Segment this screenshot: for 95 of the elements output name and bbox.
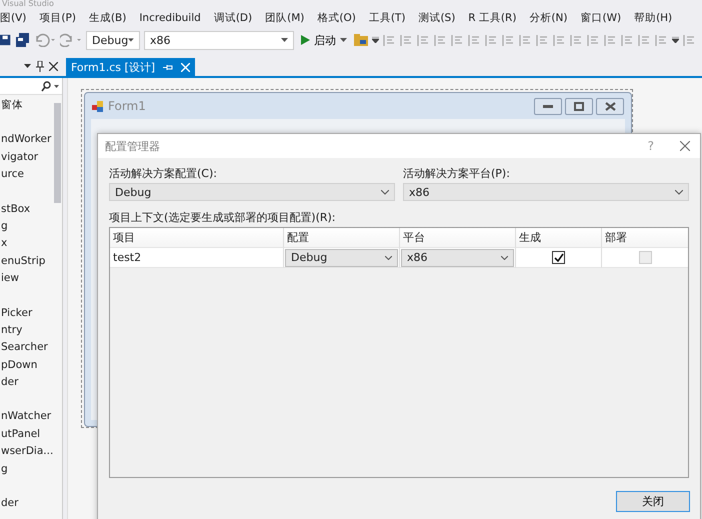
align-icon[interactable] (434, 34, 447, 46)
platform-dropdown[interactable]: x86 (144, 30, 294, 50)
caret-icon (54, 84, 59, 88)
toolbox-item[interactable]: x (1, 235, 53, 253)
search-field[interactable] (0, 78, 62, 95)
toolbox-item[interactable]: 窗体 (1, 97, 53, 114)
minimize-button[interactable] (534, 98, 562, 114)
toolbox-item[interactable]: Searcher (1, 339, 53, 357)
align-icon[interactable] (536, 34, 549, 46)
toolbox-item[interactable]: ntry (1, 322, 53, 340)
align-icon[interactable] (553, 34, 566, 46)
caret-icon[interactable] (672, 37, 679, 43)
chevron-icon (381, 190, 389, 194)
build-checkbox[interactable] (552, 251, 565, 264)
chevron-icon (675, 190, 683, 194)
minimize-icon (543, 104, 553, 108)
save-icon[interactable] (0, 33, 12, 47)
scrollbar-thumb[interactable] (54, 103, 61, 203)
menu-item[interactable]: 团队(M) (265, 11, 304, 25)
caret-icon (340, 38, 347, 42)
chevron-icon (385, 256, 392, 260)
menu-item[interactable]: 分析(N) (529, 11, 568, 25)
dialog-title: 配置管理器 (105, 138, 161, 154)
align-icon[interactable] (383, 34, 396, 46)
configuration-dropdown[interactable]: Debug (86, 30, 140, 50)
toolbox-item[interactable]: stBox (1, 200, 53, 218)
menu-item[interactable]: 窗口(W) (580, 11, 622, 25)
app-title: Visual Studio (1, 0, 55, 7)
toolbox-item[interactable]: g (1, 218, 53, 236)
close-button[interactable]: 关闭 (616, 491, 690, 512)
menu-item[interactable]: 生成(B) (88, 11, 126, 25)
caret-icon (128, 38, 134, 42)
pin-icon[interactable] (36, 60, 44, 72)
menu-item[interactable]: 工具(T) (368, 11, 406, 25)
close-button[interactable] (596, 98, 624, 114)
toolbox-item[interactable]: wserDia... (1, 443, 53, 461)
dropdown-icon[interactable] (24, 64, 31, 68)
toolbox-item[interactable]: Picker (1, 304, 53, 322)
align-icon[interactable] (638, 34, 651, 46)
align-icon[interactable] (621, 34, 634, 46)
toolbox-item[interactable]: urce (1, 166, 53, 184)
toolbox-item[interactable]: g (1, 460, 53, 478)
configuration-dropdown[interactable]: Debug (109, 183, 395, 201)
play-icon (301, 35, 310, 45)
grid-label: 项目上下文(选定要生成或部署的项目配置)(R): (109, 210, 337, 225)
toolbox-item[interactable]: enuStrip (1, 252, 53, 270)
form-title: Form1 (108, 99, 146, 113)
toolbox-item[interactable]: iew (1, 270, 53, 288)
align-icon[interactable] (570, 34, 583, 46)
align-icon[interactable] (587, 34, 600, 46)
align-icon[interactable] (604, 34, 617, 46)
save-all-icon[interactable] (16, 33, 30, 47)
toolbox-item[interactable]: vigator (1, 148, 53, 166)
caret-icon[interactable] (372, 37, 379, 43)
toolbox-item[interactable]: nWatcher (1, 408, 53, 426)
search-icon (41, 80, 51, 92)
caret-icon (281, 38, 288, 42)
chevron-icon (501, 256, 508, 260)
menu-item[interactable]: 格式(O) (317, 11, 356, 25)
platform-dropdown[interactable]: x86 (401, 248, 514, 266)
align-icon[interactable] (400, 34, 413, 46)
close-icon (604, 102, 616, 110)
close-icon[interactable] (49, 62, 58, 70)
menu-item[interactable]: 调试(D) (214, 11, 252, 25)
menu-item[interactable]: 测试(S) (418, 11, 456, 25)
maximize-button[interactable] (565, 98, 593, 114)
align-icon[interactable] (451, 34, 464, 46)
toolbox-item[interactable]: utPanel (1, 426, 53, 444)
close-icon[interactable] (680, 141, 690, 151)
menu-item[interactable]: 项目(P) (39, 11, 76, 25)
toolbox-item[interactable]: der (1, 495, 53, 512)
start-button[interactable]: 启动 (298, 32, 350, 48)
platform-dropdown[interactable]: x86 (403, 183, 689, 201)
toolbox-item[interactable]: der (1, 374, 53, 392)
field-label: 活动解决方案配置(C): (109, 166, 218, 181)
table-cell: test2 (110, 248, 284, 268)
align-icon[interactable] (468, 34, 481, 46)
maximize-icon (574, 102, 584, 110)
configuration-dropdown[interactable]: Debug (285, 248, 398, 266)
align-icon[interactable] (417, 34, 430, 46)
toolbox-item[interactable]: pDown (1, 356, 53, 374)
align-icon[interactable] (655, 34, 668, 46)
field-label: 活动解决方案平台(P): (403, 166, 511, 181)
align-icon[interactable] (502, 34, 515, 46)
toolbox-item[interactable]: ndWorker (1, 131, 53, 149)
form-icon (92, 100, 104, 112)
menu-item[interactable]: 图(V) (0, 11, 26, 25)
align-icon[interactable] (519, 34, 532, 46)
align-icon[interactable] (485, 34, 498, 46)
menu-item[interactable]: 帮助(H) (634, 11, 672, 25)
menu-item[interactable]: Incredibuild (139, 12, 201, 24)
redo-icon[interactable] (60, 33, 82, 47)
menu-item[interactable]: R 工具(R) (468, 11, 516, 25)
folder-icon[interactable] (354, 34, 368, 46)
align-icon[interactable] (683, 34, 696, 46)
